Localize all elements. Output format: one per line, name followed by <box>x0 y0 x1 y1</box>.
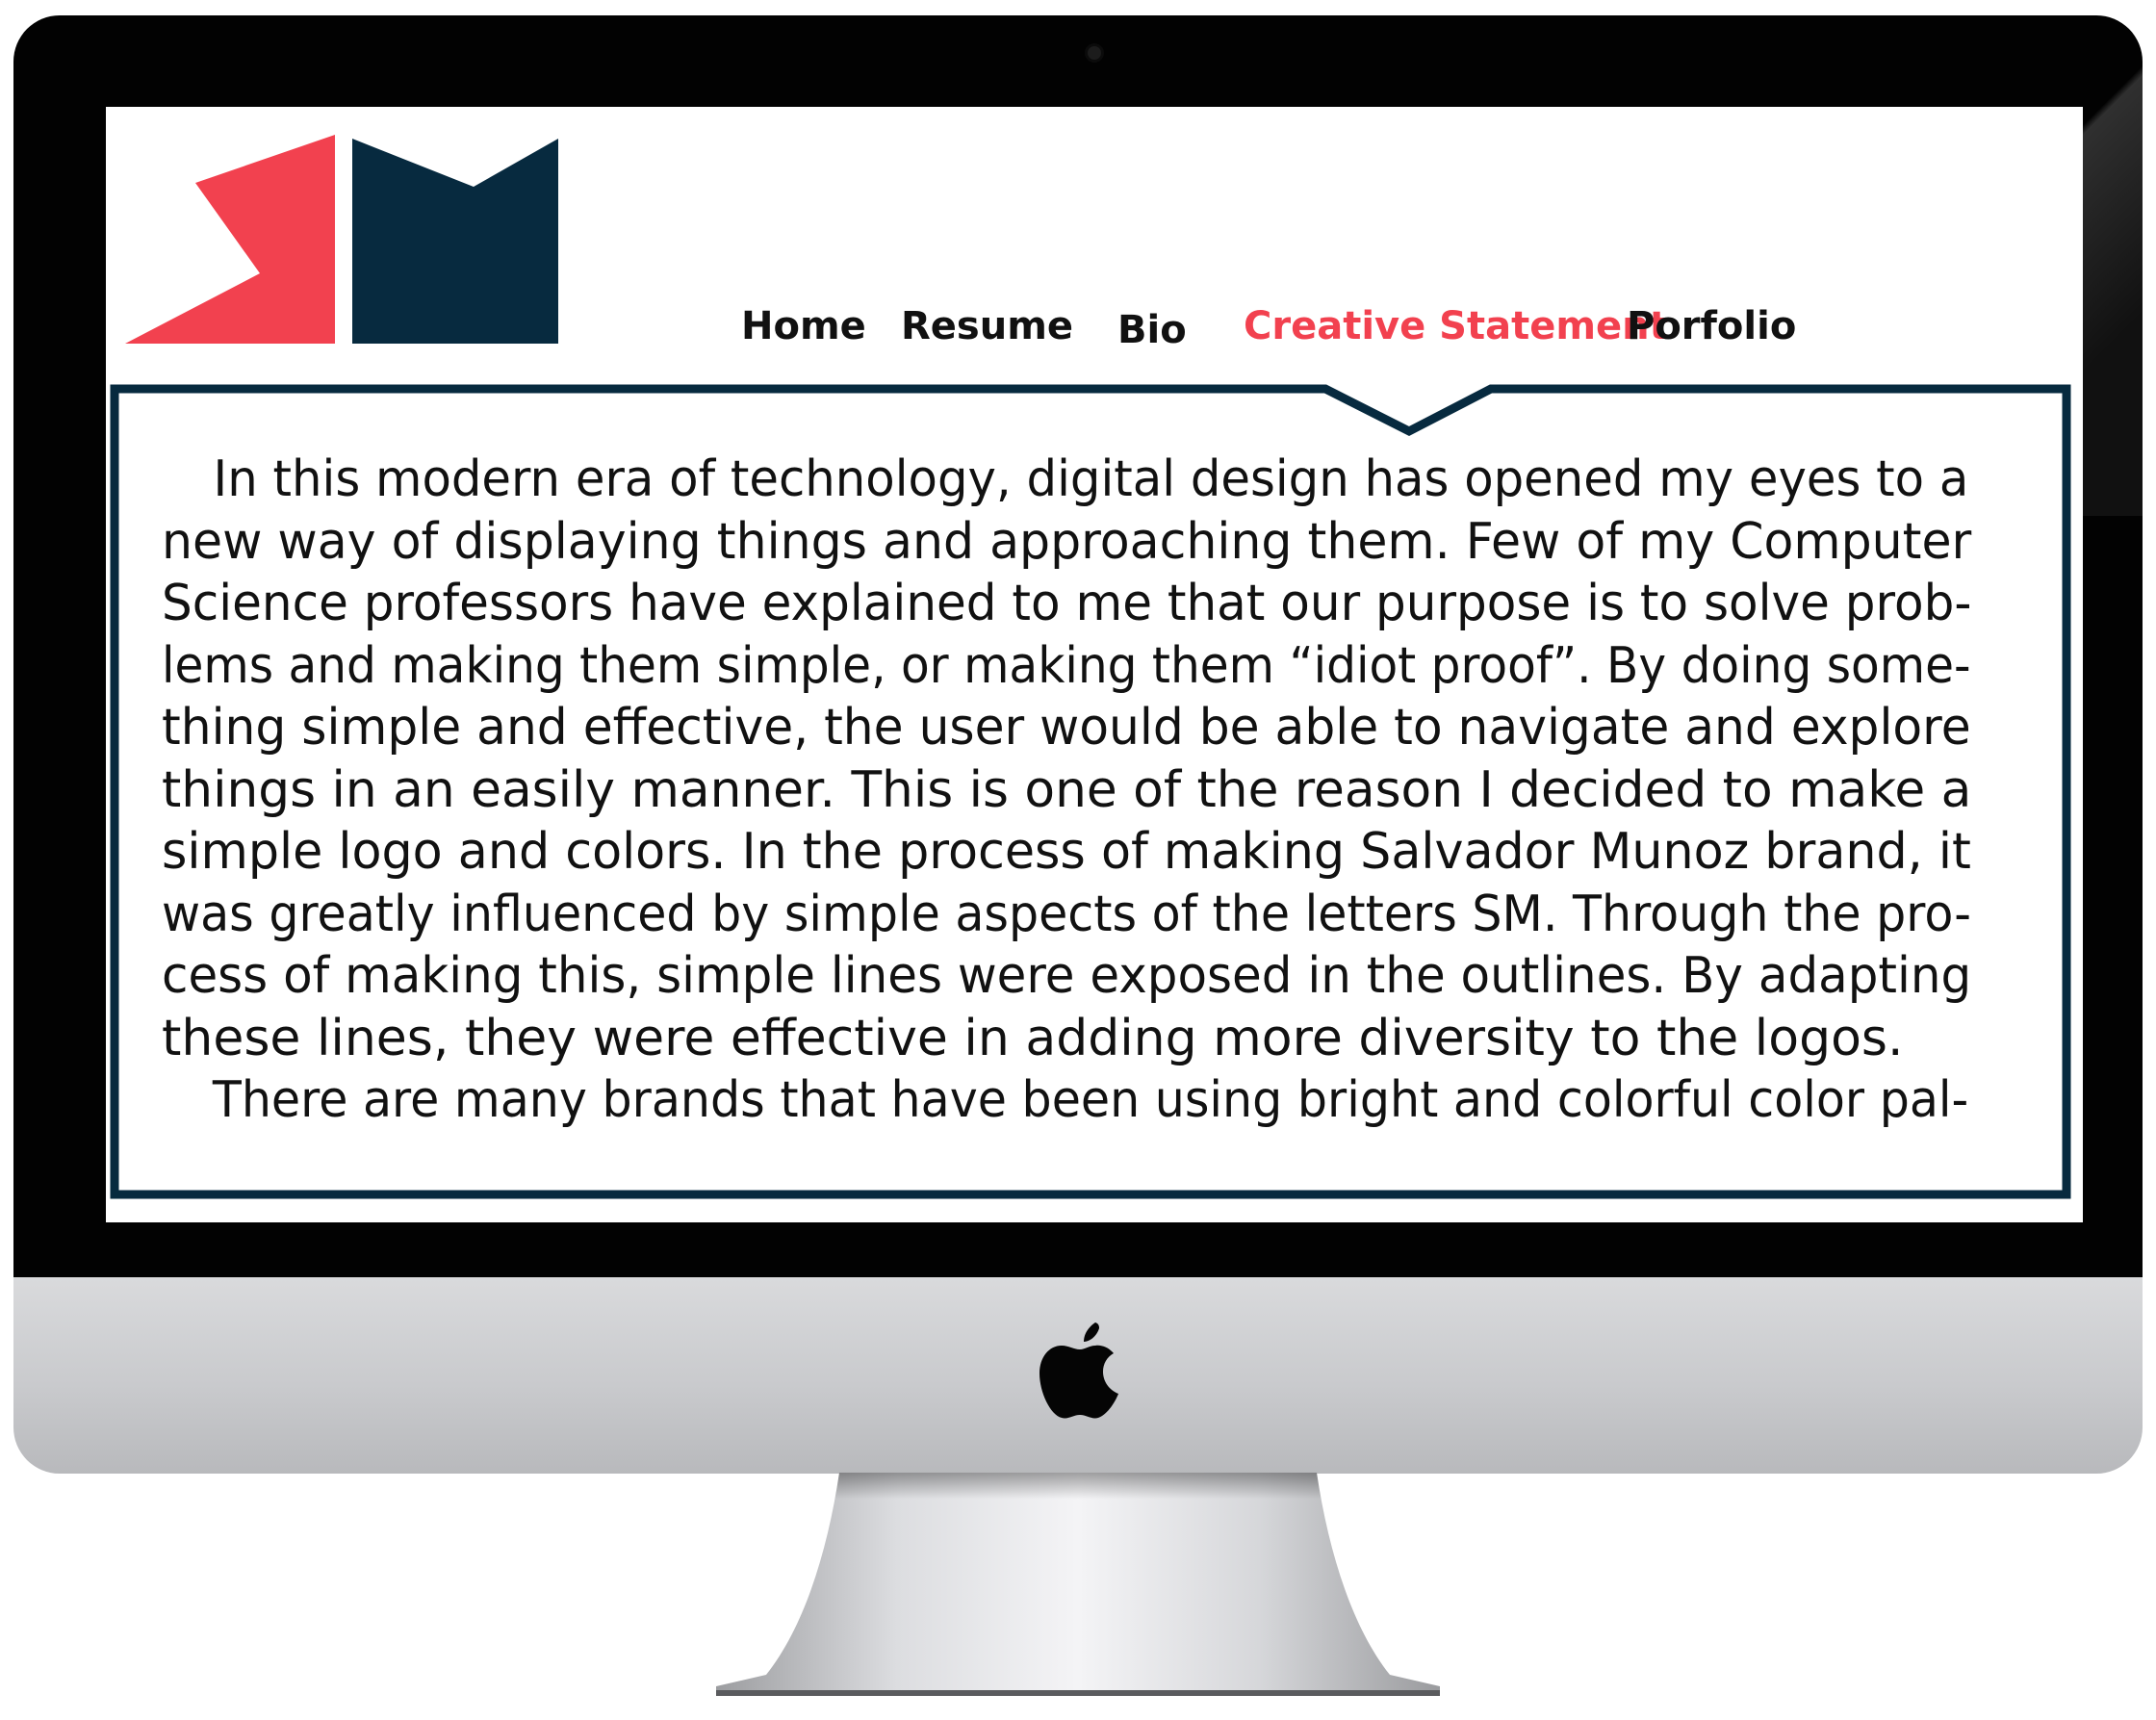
nav-creative-statement[interactable]: Creative Statement <box>1244 304 1668 348</box>
nav-bio[interactable]: Bio <box>1117 308 1187 352</box>
camera-icon <box>1088 46 1101 60</box>
monitor-stand <box>716 1473 1440 1696</box>
statement-line-6: things in an easily manner. This is one … <box>162 760 1972 819</box>
statement-line-11: There are many brands that have been usi… <box>212 1071 1969 1129</box>
statement-line-10: these lines, they were effective in addi… <box>162 1009 1904 1067</box>
nav-portfolio[interactable]: Porfolio <box>1627 304 1796 348</box>
nav-resume[interactable]: Resume <box>901 304 1073 348</box>
creative-statement-text: In this modern era of technology, digita… <box>162 449 2064 1219</box>
apple-icon <box>1040 1322 1118 1419</box>
statement-line-1: In this modern era of technology, digita… <box>213 450 1969 508</box>
statement-line-2: new way of displaying things and approac… <box>162 512 1972 571</box>
statement-line-4: lems and making them simple, or making t… <box>162 636 1971 695</box>
statement-line-5: thing simple and effective, the user wou… <box>162 699 1971 757</box>
statement-line-9: cess of making this, simple lines were e… <box>162 947 1972 1005</box>
monitor-bezel: Home Resume Bio Creative Statement Porfo… <box>13 15 2143 1277</box>
statement-line-8: was greatly influenced by simple aspects… <box>162 885 1972 943</box>
nav-home[interactable]: Home <box>741 304 866 348</box>
main-nav: Home Resume Bio Creative Statement Porfo… <box>106 304 2083 362</box>
website-screen: Home Resume Bio Creative Statement Porfo… <box>106 107 2083 1222</box>
statement-line-7: simple logo and colors. In the process o… <box>162 823 1971 881</box>
statement-line-3: Science professors have explained to me … <box>162 575 1972 632</box>
